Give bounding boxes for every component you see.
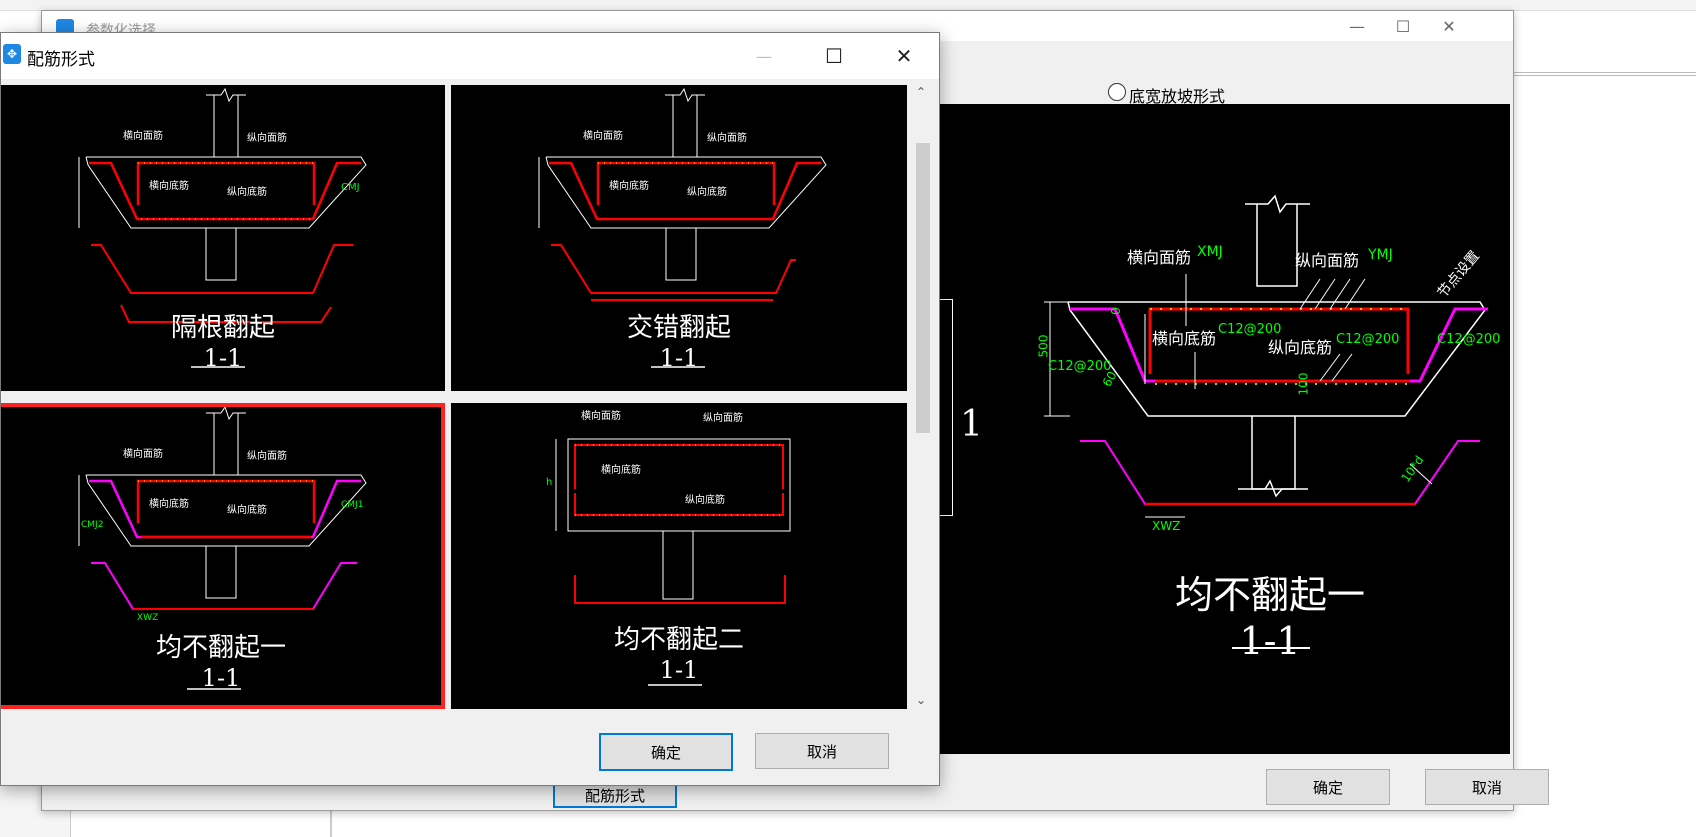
option-label: 横向面筋 bbox=[581, 411, 621, 422]
preview-caption-sub: 1-1 bbox=[1239, 619, 1301, 663]
scrollbar-thumb[interactable] bbox=[916, 143, 930, 433]
option-label: 纵向底筋 bbox=[227, 187, 267, 198]
dialog-app-icon: ✥ bbox=[3, 44, 21, 64]
option-label: 纵向面筋 bbox=[247, 133, 287, 144]
maximize-icon[interactable]: ☐ bbox=[1380, 11, 1426, 41]
option-card-selected[interactable]: 横向面筋 纵向面筋 横向底筋 纵向底筋 CMJ2 CMJ1 XWZ 均不翻起一 … bbox=[1, 403, 445, 709]
option-label: 纵向面筋 bbox=[247, 451, 287, 462]
cancel-button[interactable]: 取消 bbox=[755, 733, 889, 769]
preview-caption-title: 均不翻起一 bbox=[1174, 573, 1365, 617]
preview-zxmj-label: 纵向面筋 bbox=[1295, 251, 1360, 270]
back-ok-button[interactable]: 确定 bbox=[1266, 769, 1390, 805]
option-label: 横向底筋 bbox=[601, 465, 641, 476]
maximize-icon[interactable]: ☐ bbox=[811, 41, 857, 71]
close-icon[interactable]: ✕ bbox=[881, 41, 927, 71]
close-icon[interactable]: ✕ bbox=[1426, 11, 1472, 41]
preview-partial-label: 1 bbox=[960, 404, 983, 445]
preview-caption: 均不翻起一 1-1 bbox=[1170, 564, 1370, 663]
option-caption: 隔根翻起 1-1 bbox=[123, 307, 323, 372]
preview-partial-frame bbox=[940, 299, 953, 516]
option-sub: 1-1 bbox=[201, 664, 241, 692]
slope-form-radio[interactable] bbox=[1108, 83, 1126, 101]
back-cancel-button[interactable]: 取消 bbox=[1425, 769, 1549, 805]
option-label: 纵向底筋 bbox=[687, 187, 727, 198]
option-label: CMJ2 bbox=[81, 520, 104, 530]
scroll-down-icon[interactable]: ⌄ bbox=[916, 693, 926, 707]
minimize-icon[interactable]: — bbox=[1334, 11, 1380, 41]
option-label: 横向底筋 bbox=[149, 181, 189, 192]
option-label: CMJ1 bbox=[341, 500, 364, 510]
preview-hxdj-label: 横向底筋 bbox=[1152, 329, 1217, 348]
option-label: CMJ bbox=[341, 182, 360, 193]
option-label: 纵向面筋 bbox=[707, 133, 747, 144]
option-label: 横向面筋 bbox=[583, 131, 623, 142]
rebar-form-dialog: ✥ 配筋形式 — ☐ ✕ 横向面筋 纵向面筋 横向底筋 纵向底筋 CMJ 隔根翻… bbox=[0, 32, 940, 786]
preview-xwz-label: XWZ bbox=[1152, 519, 1181, 533]
option-card[interactable]: 横向面筋 纵向面筋 横向底筋 纵向底筋 交错翻起 1-1 bbox=[451, 85, 907, 391]
option-sub: 1-1 bbox=[203, 344, 243, 372]
preview-hxmj-code: XMJ bbox=[1197, 244, 1223, 260]
preview-zxdj-label: 纵向底筋 bbox=[1268, 338, 1333, 357]
preview-height-value: 500 bbox=[1036, 334, 1051, 358]
option-label: XWZ bbox=[137, 613, 159, 623]
front-dialog-titlebar: ✥ 配筋形式 — ☐ ✕ bbox=[1, 33, 939, 79]
preview-left-code: C12@200 bbox=[1048, 359, 1112, 374]
scroll-up-icon[interactable]: ⌃ bbox=[916, 85, 926, 99]
option-name: 隔根翻起 bbox=[170, 313, 275, 343]
background-ruler bbox=[1512, 72, 1696, 76]
preview-hxmj-label: 横向面筋 bbox=[1127, 248, 1192, 267]
option-label: 横向面筋 bbox=[123, 449, 163, 460]
option-sub: 1-1 bbox=[659, 344, 699, 372]
option-label: 纵向面筋 bbox=[703, 413, 743, 424]
option-caption: 均不翻起一 1-1 bbox=[121, 627, 321, 692]
option-name: 均不翻起一 bbox=[155, 633, 286, 663]
option-label: 横向底筋 bbox=[149, 499, 189, 510]
option-label: 纵向底筋 bbox=[685, 495, 725, 506]
option-name: 交错翻起 bbox=[626, 313, 731, 343]
option-caption: 均不翻起二 1-1 bbox=[579, 619, 779, 684]
option-card[interactable]: 横向面筋 纵向面筋 横向底筋 纵向底筋 h 均不翻起二 1-1 bbox=[451, 403, 907, 709]
minimize-icon: — bbox=[756, 46, 772, 66]
preview-right-code: C12@200 bbox=[1437, 332, 1501, 347]
option-sub: 1-1 bbox=[659, 656, 699, 684]
ok-button[interactable]: 确定 bbox=[599, 733, 733, 771]
option-name: 均不翻起二 bbox=[613, 625, 744, 655]
option-caption: 交错翻起 1-1 bbox=[579, 307, 779, 372]
preview-zero-value: 0 bbox=[1108, 307, 1123, 315]
preview-zxdj-code: C12@200 bbox=[1336, 332, 1400, 347]
preview-canvas: 横向面筋 XMJ 纵向面筋 YMJ 节点设置 横向底筋 C12@200 纵向底筋… bbox=[940, 104, 1510, 754]
option-label: 横向面筋 bbox=[123, 131, 163, 142]
option-card[interactable]: 横向面筋 纵向面筋 横向底筋 纵向底筋 CMJ 隔根翻起 1-1 bbox=[1, 85, 445, 391]
preview-bottom-value: 100 bbox=[1296, 372, 1311, 396]
front-dialog-title: 配筋形式 bbox=[27, 50, 95, 70]
option-label: 纵向底筋 bbox=[227, 505, 267, 516]
preview-zxmj-code: YMJ bbox=[1368, 247, 1393, 263]
option-label: 横向底筋 bbox=[609, 181, 649, 192]
option-label: h bbox=[546, 477, 553, 488]
